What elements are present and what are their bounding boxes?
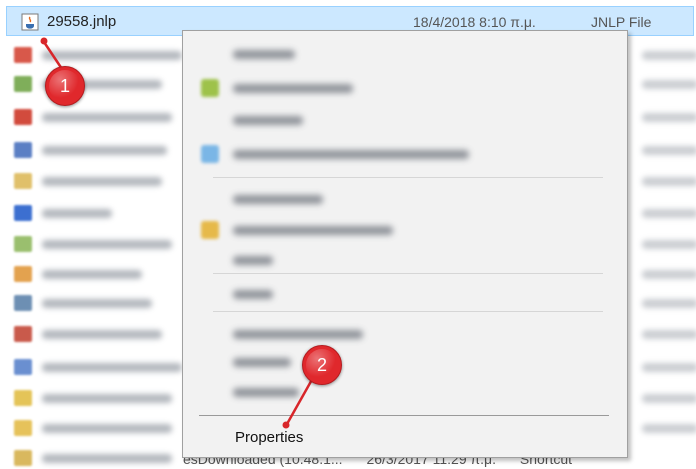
callout-number: 2 [316,355,327,375]
callout-1-tip [40,37,48,45]
callout-2-tip [282,421,290,429]
callout-pointer-lines [40,37,316,429]
callout-2-pointer [285,375,316,425]
callout-badge-2: 2 [302,345,342,385]
callout-number: 1 [59,76,70,96]
callout-badge-1: 1 [45,66,85,106]
